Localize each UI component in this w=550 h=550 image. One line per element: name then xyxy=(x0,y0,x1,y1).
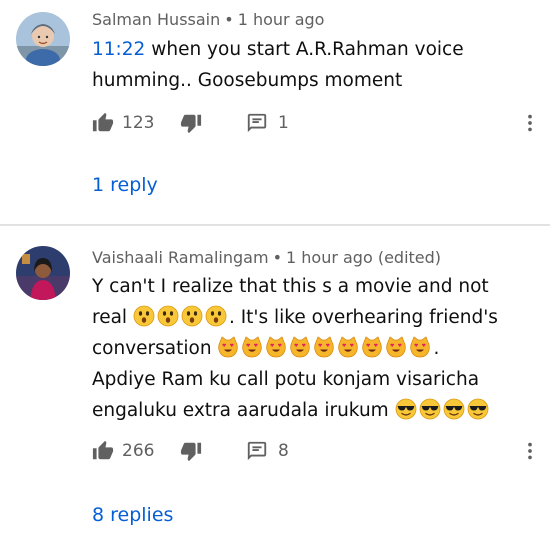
thumb-up-icon xyxy=(92,112,114,132)
reply-button[interactable]: 8 xyxy=(246,440,289,462)
comment-reply-icon xyxy=(247,113,267,133)
comment-time: 1 hour ago (edited) xyxy=(286,248,442,267)
like-button[interactable]: 266 xyxy=(92,440,154,462)
view-replies-link[interactable]: 1 reply xyxy=(92,174,158,196)
timestamp-link[interactable]: 11:22 xyxy=(92,39,145,60)
author-name[interactable]: Vaishaali Ramalingam xyxy=(92,248,269,267)
comment-text-line: humming.. Goosebumps moment xyxy=(92,70,403,91)
thumb-down-icon xyxy=(180,442,202,462)
like-count: 123 xyxy=(122,113,155,133)
cat-emoji xyxy=(361,336,383,358)
sunglasses-emoji xyxy=(419,398,441,420)
more-vertical-icon xyxy=(528,442,532,460)
cat-emoji xyxy=(313,336,335,358)
reply-button[interactable]: 1 xyxy=(246,112,289,134)
comment-text-line: engaluku extra aarudala irukum xyxy=(92,400,395,421)
avatar[interactable] xyxy=(16,12,70,66)
like-button[interactable]: 123 xyxy=(92,112,154,134)
comment-item: Vaishaali Ramalingam • 1 hour ago (edited)… xyxy=(0,226,550,550)
comment-text-line: . It's like overhearing friend's xyxy=(228,307,498,328)
sunglasses-emoji xyxy=(443,398,465,420)
astonished-emoji xyxy=(205,305,227,327)
cat-emoji xyxy=(409,336,431,358)
cat-emoji xyxy=(289,336,311,358)
reply-count: 1 xyxy=(278,113,289,133)
more-options-button[interactable] xyxy=(522,112,538,134)
cat-emoji xyxy=(217,336,239,358)
comment-text-line: . xyxy=(433,338,440,359)
comment-reply-icon xyxy=(247,441,267,461)
dislike-button[interactable] xyxy=(180,440,202,462)
more-options-button[interactable] xyxy=(522,440,538,462)
emoji-group-astonished xyxy=(133,307,229,328)
comment-item: Salman Hussain • 1 hour ago 11:22 when you… xyxy=(0,0,550,224)
astonished-emoji xyxy=(157,305,179,327)
sunglasses-emoji xyxy=(467,398,489,420)
comment-text-line: conversation xyxy=(92,338,218,359)
cat-emoji xyxy=(265,336,287,358)
astonished-emoji xyxy=(181,305,203,327)
comment-text: 11:22 when you start A.R.Rahman voice hu… xyxy=(92,34,522,96)
avatar[interactable] xyxy=(16,246,70,300)
cat-emoji xyxy=(241,336,263,358)
sunglasses-emoji xyxy=(395,398,417,420)
comment-actions: 123 1 xyxy=(92,112,550,142)
comment-time: 1 hour ago xyxy=(237,10,325,29)
dislike-button[interactable] xyxy=(180,112,202,134)
view-replies-link[interactable]: 8 replies xyxy=(92,504,173,526)
cat-emoji xyxy=(337,336,359,358)
thumb-down-icon xyxy=(180,114,202,134)
comment-text-line: real xyxy=(92,307,133,328)
comment-meta: Salman Hussain • 1 hour ago xyxy=(92,10,325,29)
thumb-up-icon xyxy=(92,440,114,460)
comment-meta: Vaishaali Ramalingam • 1 hour ago (edited) xyxy=(92,248,442,267)
cat-emoji xyxy=(385,336,407,358)
comment-text: Y can't I realize that this s a movie an… xyxy=(92,271,522,426)
emoji-group-sunglasses xyxy=(395,400,491,421)
author-name[interactable]: Salman Hussain xyxy=(92,10,220,29)
emoji-group-heart-eyes-cat xyxy=(217,338,433,359)
like-count: 266 xyxy=(122,441,155,461)
astonished-emoji xyxy=(133,305,155,327)
reply-count: 8 xyxy=(278,441,289,461)
comment-text-line: Apdiye Ram ku call potu konjam visaricha xyxy=(92,369,480,390)
more-vertical-icon xyxy=(528,114,532,132)
comment-text-line: Y can't I realize that this s a movie an… xyxy=(92,276,489,297)
comment-text-line: when you start A.R.Rahman voice xyxy=(145,39,464,60)
comment-actions: 266 8 xyxy=(92,440,550,470)
